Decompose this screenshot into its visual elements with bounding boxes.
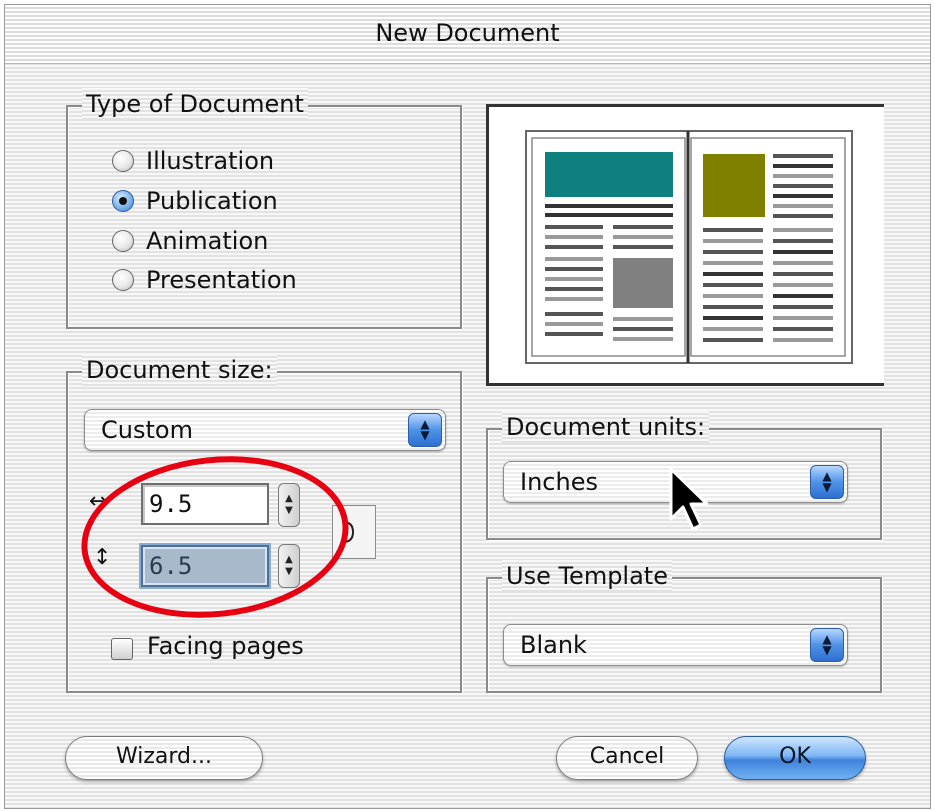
radio-label: Presentation [146,266,297,294]
facing-pages-label: Facing pages [147,632,304,660]
use-template-selected: Blank [520,631,587,659]
facing-pages-checkbox[interactable] [111,638,133,660]
cancel-button[interactable]: Cancel [556,736,698,780]
up-down-arrows-icon[interactable]: ▲ ▼ [810,465,844,499]
radio-animation[interactable]: Animation [112,225,268,257]
use-template-legend: Use Template [502,560,672,592]
document-size-selected: Custom [101,416,193,444]
document-preview [486,104,884,386]
new-document-dialog: New Document Type of Document Illustrati… [4,4,931,809]
radio-illustration[interactable]: Illustration [112,145,274,177]
radio-button-icon[interactable] [112,150,134,172]
up-down-arrows-icon[interactable]: ▲ ▼ [810,628,844,662]
radio-button-icon[interactable] [112,230,134,252]
use-template-popup[interactable]: Blank ▲ ▼ [503,624,848,666]
radio-label: Publication [146,187,278,215]
up-down-arrows-icon[interactable]: ▲ ▼ [408,413,442,447]
mouse-pointer-icon [669,467,709,531]
wizard-button[interactable]: Wizard... [65,736,263,780]
type-of-document-legend: Type of Document [82,88,308,120]
preview-photo-right [703,154,765,217]
document-size-popup[interactable]: Custom ▲ ▼ [84,409,446,451]
radio-label: Animation [146,227,269,255]
dialog-title: New Document [375,19,560,47]
preview-photo-left [613,258,673,308]
title-bar[interactable]: New Document [5,5,930,64]
type-of-document-group: Type of Document Illustration Publicatio… [66,88,462,329]
document-units-selected: Inches [520,468,598,496]
publication-preview-icon [525,130,853,364]
document-size-legend: Document size: [82,354,277,386]
radio-button-icon[interactable] [112,269,134,291]
preview-header-block [545,152,673,197]
radio-button-selected-icon[interactable] [112,190,134,212]
radio-publication[interactable]: Publication [112,185,278,217]
document-units-legend: Document units: [502,411,710,443]
radio-presentation[interactable]: Presentation [112,264,297,296]
radio-label: Illustration [146,147,275,175]
ok-button[interactable]: OK [724,736,866,780]
